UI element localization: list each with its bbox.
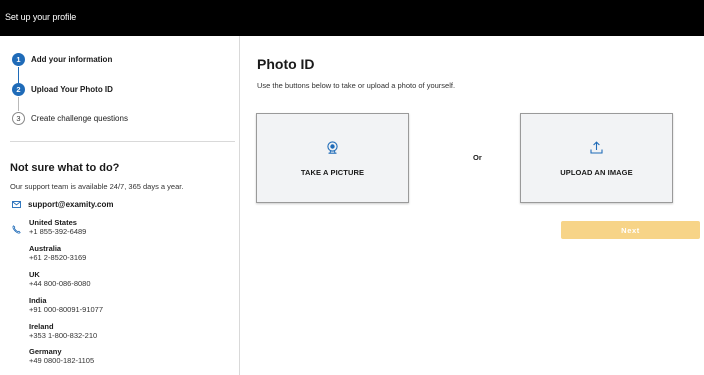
- step-upload-photo-id[interactable]: 2 Upload Your Photo ID: [12, 80, 113, 98]
- contact-country: Australia: [29, 244, 62, 253]
- support-email[interactable]: support@examity.com: [12, 198, 113, 210]
- contact-country: India: [29, 296, 47, 305]
- contact-australia: Australia +61 2-8520-3169: [29, 244, 86, 263]
- contact-phone[interactable]: +353 1-800-832-210: [29, 331, 97, 341]
- take-picture-label: TAKE A PICTURE: [300, 168, 365, 177]
- upload-image-label: UPLOAD AN IMAGE: [560, 168, 633, 177]
- contact-ireland: Ireland +353 1-800-832-210: [29, 322, 97, 341]
- step-challenge-questions[interactable]: 3 Create challenge questions: [12, 109, 128, 127]
- contact-uk: UK +44 800-086-8080: [29, 270, 91, 289]
- step-label: Create challenge questions: [31, 113, 128, 123]
- contact-germany: Germany +49 0800-182-1105: [29, 347, 94, 366]
- contact-phone[interactable]: +44 800-086-8080: [29, 279, 91, 289]
- contact-country: United States: [29, 218, 77, 227]
- webcam-icon: [326, 141, 339, 159]
- help-title: Not sure what to do?: [10, 162, 120, 174]
- contact-country: Germany: [29, 347, 62, 356]
- contact-phone[interactable]: +61 2-8520-3169: [29, 253, 86, 263]
- contact-united-states: United States +1 855-392-6489: [29, 218, 86, 237]
- step-add-information[interactable]: 1 Add your information: [12, 50, 112, 68]
- support-email-link[interactable]: support@examity.com: [28, 200, 113, 209]
- or-separator: Or: [473, 153, 482, 162]
- sidebar-divider: [10, 141, 235, 142]
- page-description: Use the buttons below to take or upload …: [257, 81, 456, 90]
- step-label: Add your information: [31, 54, 113, 64]
- step-label: Upload Your Photo ID: [31, 84, 113, 94]
- next-button-label: Next: [621, 225, 640, 235]
- contact-phone[interactable]: +1 855-392-6489: [29, 227, 86, 237]
- step-number-badge: 2: [12, 82, 25, 96]
- step-number-badge: 1: [12, 52, 25, 66]
- contact-country: UK: [29, 270, 40, 279]
- phone-icon: [12, 221, 21, 239]
- step-number-badge: 3: [12, 111, 25, 125]
- help-description: Our support team is available 24/7, 365 …: [10, 182, 184, 191]
- upload-icon: [590, 141, 603, 159]
- top-bar: Set up your profile: [0, 0, 704, 36]
- contact-phone[interactable]: +91 000-80091-91077: [29, 305, 103, 315]
- sidebar: 1 Add your information 2 Upload Your Pho…: [0, 36, 240, 375]
- main-content: Photo ID Use the buttons below to take o…: [241, 36, 704, 375]
- next-button[interactable]: Next: [561, 221, 700, 239]
- page-title: Photo ID: [257, 56, 315, 72]
- upload-image-button[interactable]: UPLOAD AN IMAGE: [520, 113, 673, 203]
- contact-phone[interactable]: +49 0800-182-1105: [29, 356, 94, 366]
- contact-india: India +91 000-80091-91077: [29, 296, 103, 315]
- contact-country: Ireland: [29, 322, 54, 331]
- take-picture-button[interactable]: TAKE A PICTURE: [256, 113, 409, 203]
- header-title: Set up your profile: [5, 12, 77, 22]
- mail-icon: [12, 195, 21, 213]
